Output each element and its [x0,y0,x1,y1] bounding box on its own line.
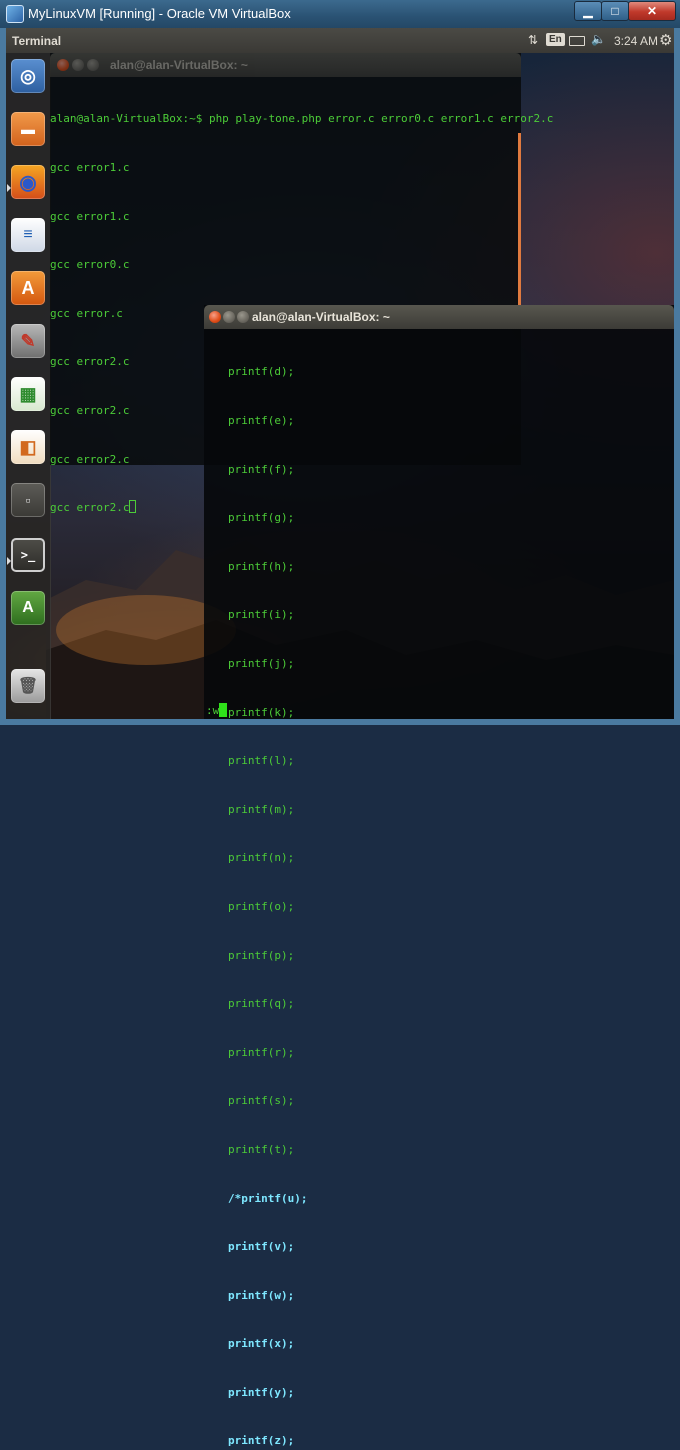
code-line: printf(m); [228,802,295,816]
terminal-window-front[interactable]: alan@alan-VirtualBox: ~ printf(d); print… [204,305,674,1447]
code-line: printf(e); [228,414,295,427]
panel-app-title: Terminal [12,34,62,48]
launcher: ◎ ▬ ◉ ≡ A ✎ ▦ ◧ ▫ >_ A 🗑 [6,53,51,719]
top-panel: Terminal ⇅ En 🔈 3:24 AM ⚙ [6,28,674,53]
terminal-titlebar[interactable]: alan@alan-VirtualBox: ~ [50,53,521,77]
maximize-window-icon[interactable] [237,311,249,323]
host-frame-right [674,28,680,725]
code-line: printf(g); [228,511,295,525]
terminal-line: gcc error2.c [50,501,130,515]
code-line: printf(n); [228,851,295,865]
impress-icon[interactable]: ◧ [11,430,45,464]
virtualbox-icon [6,5,24,23]
code-line: printf(q); [228,997,295,1011]
minimize-button[interactable]: ▁ [574,1,602,21]
terminal-title: alan@alan-VirtualBox: ~ [110,58,248,72]
code-line-highlighted: printf(v); [228,1240,295,1254]
host-window-title: MyLinuxVM [Running] - Oracle VM VirtualB… [28,6,291,21]
network-arrows-icon[interactable]: ⇅ [528,33,538,47]
close-window-icon[interactable] [209,311,221,323]
trash-icon[interactable]: 🗑 [11,669,45,703]
volume-icon[interactable]: 🔈 [591,32,606,46]
code-line-highlighted: printf(y); [228,1385,295,1399]
terminal-line: alan@alan-VirtualBox:~$ php play-tone.ph… [50,112,554,126]
editor-buffer[interactable]: printf(d); printf(e); printf(f); printf(… [228,332,674,1450]
keyboard-layout-indicator[interactable]: En [546,33,565,46]
firefox-icon[interactable]: ◉ [11,165,45,199]
terminal-titlebar[interactable]: alan@alan-VirtualBox: ~ [204,305,674,329]
code-line-highlighted: /*printf(u); [228,1191,308,1205]
code-line: printf(f); [228,462,295,476]
code-line: printf(d); [228,365,295,379]
editor-command-line[interactable]: :w [206,703,674,719]
block-cursor [219,703,228,717]
code-line: printf(p); [228,948,295,962]
minimize-window-icon[interactable] [223,311,235,323]
code-line-highlighted: printf(w); [228,1288,295,1302]
system-settings-icon[interactable]: ✎ [11,324,45,358]
close-button[interactable]: ✕ [628,1,676,21]
code-line: printf(j); [228,656,295,670]
code-line: printf(t); [228,1142,295,1156]
scrollbar[interactable] [518,133,521,305]
maximize-window-icon[interactable] [87,59,99,71]
code-line: printf(s); [228,1094,295,1108]
code-line: printf(l); [228,754,295,768]
writer-icon[interactable]: ≡ [11,218,45,252]
terminal-line: gcc error1.c [50,209,130,223]
code-line: printf(o); [228,899,295,913]
calc-icon[interactable]: ▦ [11,377,45,411]
text-cursor [129,500,137,514]
gear-icon[interactable]: ⚙ [659,31,672,49]
code-line: printf(h); [228,559,295,573]
terminal-line: gcc error1.c [50,161,130,174]
files-icon[interactable]: ▬ [11,112,45,146]
command-text: :w [206,704,220,717]
software-center-icon[interactable]: A [11,271,45,305]
terminal-line: gcc error0.c [50,258,130,272]
maximize-button[interactable]: □ [601,1,629,21]
software-updater-icon[interactable]: A [11,591,45,625]
terminal-title: alan@alan-VirtualBox: ~ [252,310,390,324]
code-line: printf(i); [228,608,295,622]
panel-clock[interactable]: 3:24 AM [614,34,658,48]
code-line: printf(r); [228,1045,295,1059]
code-line-highlighted: printf(x); [228,1337,295,1351]
workspace-switcher-icon[interactable]: ▫ [11,483,45,517]
dash-home-icon[interactable]: ◎ [11,59,45,93]
terminal-icon[interactable]: >_ [11,538,45,572]
minimize-window-icon[interactable] [72,59,84,71]
code-line-highlighted: printf(z); [228,1434,295,1448]
close-window-icon[interactable] [57,59,69,71]
battery-icon[interactable] [569,36,585,46]
